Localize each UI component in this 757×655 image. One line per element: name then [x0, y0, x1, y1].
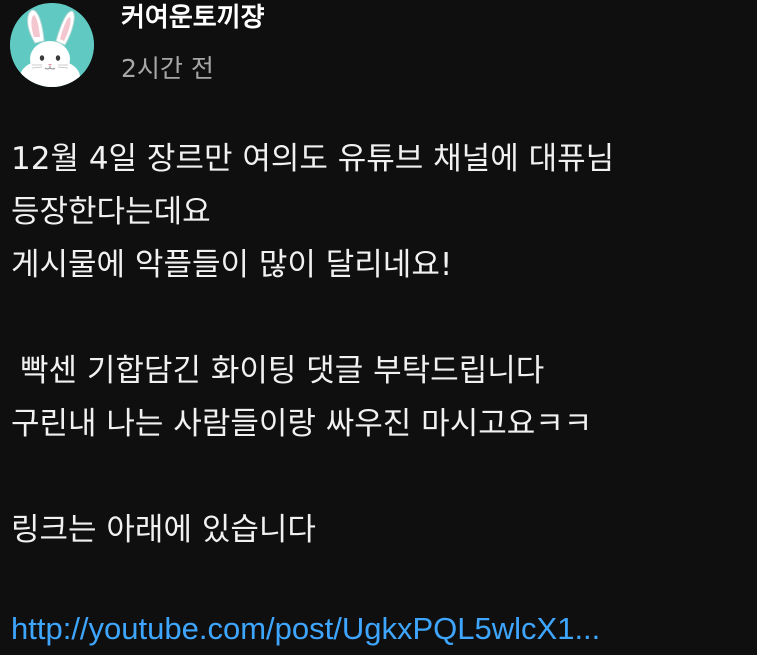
post-header: 커여운토끼쟝 2시간 전 — [10, 0, 750, 96]
post-timestamp[interactable]: 2시간 전 — [121, 52, 214, 86]
author-name[interactable]: 커여운토끼쟝 — [121, 1, 265, 35]
post-text-line: 게시물에 악플들이 많이 달리네요! — [11, 247, 453, 283]
post-text-line: 빡센 기합담긴 화이팅 댓글 부탁드립니다 — [20, 353, 545, 389]
post-text-line: 12월 4일 장르만 여의도 유튜브 채널에 대퓨님 — [11, 141, 615, 177]
post-text-line: 구린내 나는 사람들이랑 싸우진 마시고요ㅋㅋ — [11, 406, 593, 442]
rabbit-icon — [10, 3, 94, 87]
post-text-line: 링크는 아래에 있습니다 — [11, 512, 316, 548]
post-text: 12월 4일 장르만 여의도 유튜브 채널에 대퓨님 등장한다는데요 게시물에 … — [11, 133, 751, 557]
avatar[interactable] — [10, 3, 94, 87]
post-text-line: 등장한다는데요 — [11, 194, 211, 230]
post-link[interactable]: http://youtube.com/post/UgkxPQL5wlcX1... — [11, 603, 600, 655]
